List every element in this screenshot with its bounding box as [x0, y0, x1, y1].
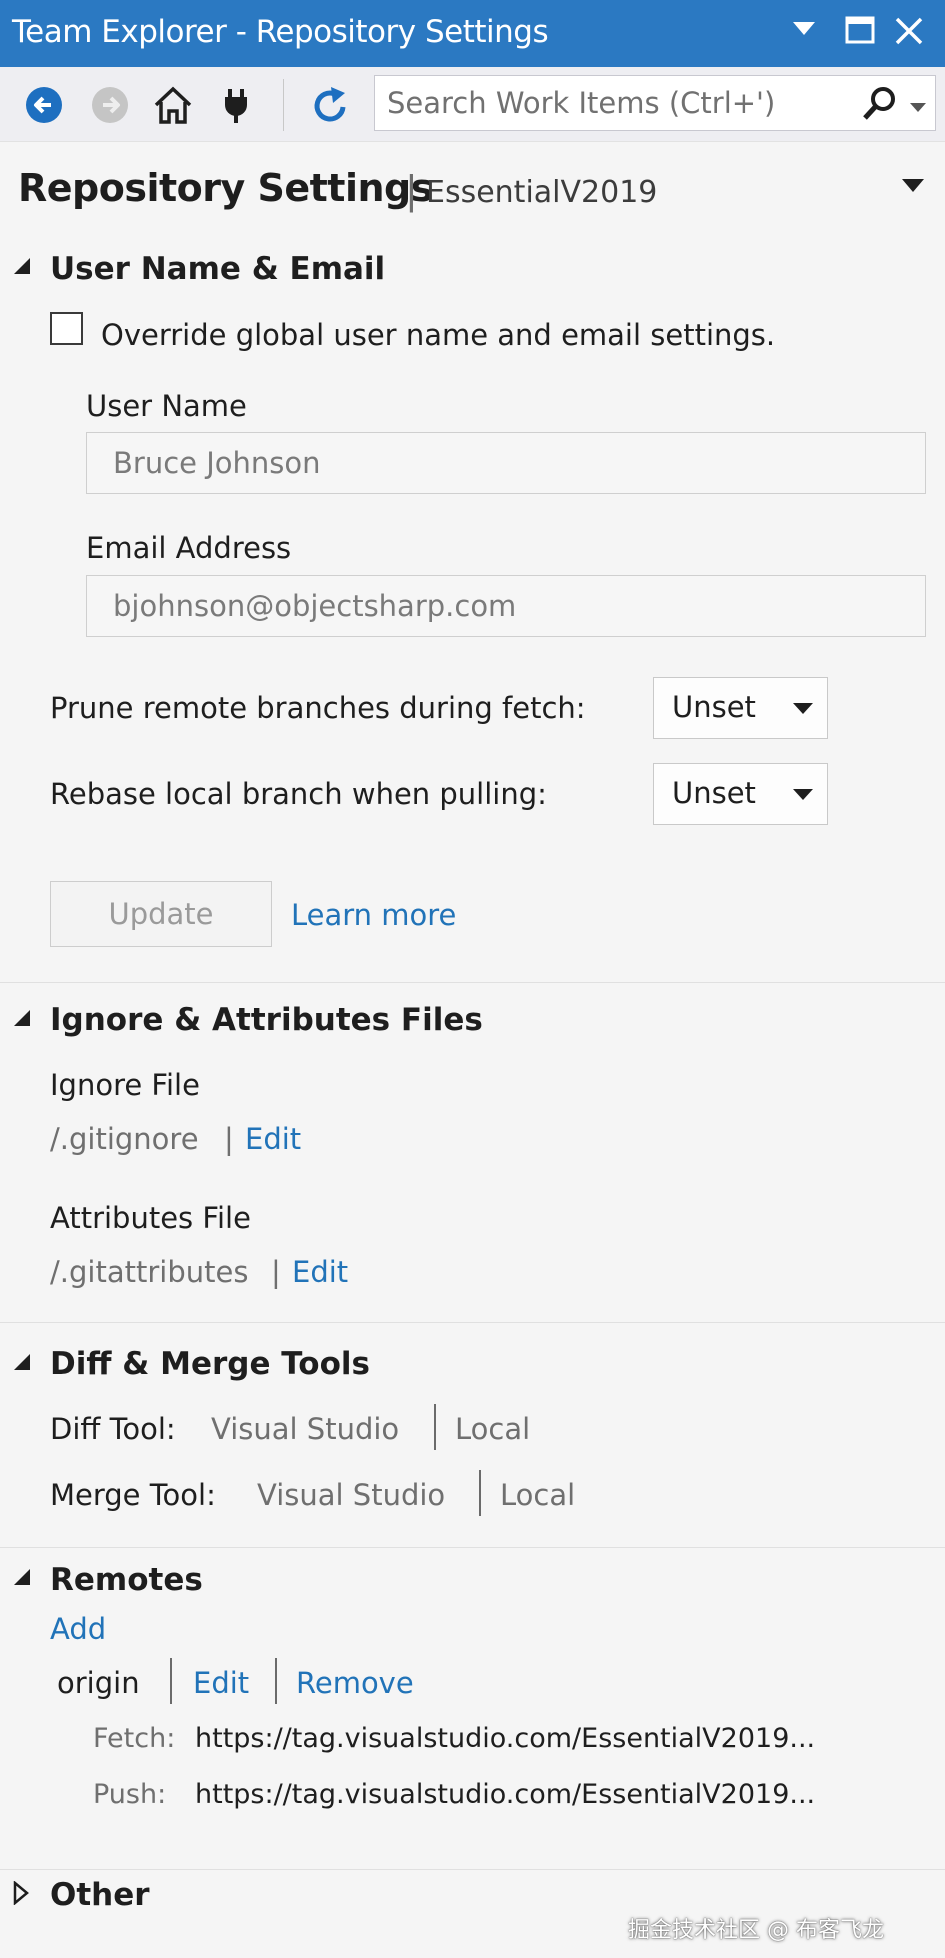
- diff-tool-value: Visual Studio: [211, 1412, 400, 1446]
- user-name-label: User Name: [86, 389, 247, 423]
- toolbar-separator: [283, 79, 284, 131]
- merge-tool-divider: [479, 1470, 481, 1516]
- diff-tool-divider: [434, 1404, 436, 1450]
- attributes-file-path: /.gitattributes: [50, 1255, 249, 1289]
- expanded-triangle-icon[interactable]: [12, 1008, 32, 1032]
- fetch-url: https://tag.visualstudio.com/EssentialV2…: [195, 1723, 816, 1754]
- remove-remote-link[interactable]: Remove: [296, 1666, 414, 1700]
- search-icon[interactable]: [861, 86, 899, 126]
- fetch-label: Fetch:: [93, 1723, 176, 1754]
- rebase-value: Unset: [672, 776, 756, 810]
- section-heading-remotes[interactable]: Remotes: [50, 1562, 203, 1598]
- user-name-input[interactable]: [113, 441, 893, 485]
- ignore-edit-link[interactable]: Edit: [245, 1122, 301, 1156]
- section-heading-tools[interactable]: Diff & Merge Tools: [50, 1346, 370, 1382]
- back-icon[interactable]: [24, 85, 64, 125]
- expanded-triangle-icon[interactable]: [12, 1567, 32, 1591]
- override-checkbox[interactable]: [50, 312, 83, 345]
- merge-tool-label: Merge Tool:: [50, 1478, 216, 1512]
- maximize-icon[interactable]: [845, 16, 875, 44]
- page-title: Repository Settings: [18, 166, 433, 210]
- ignore-file-path: /.gitignore: [50, 1122, 199, 1156]
- email-label: Email Address: [86, 531, 292, 565]
- close-icon[interactable]: [894, 16, 924, 46]
- rebase-label: Rebase local branch when pulling:: [50, 777, 547, 811]
- attributes-file-separator: |: [271, 1255, 281, 1289]
- remote-divider: [275, 1658, 277, 1704]
- search-box[interactable]: [374, 75, 936, 131]
- merge-tool-value: Visual Studio: [257, 1478, 446, 1512]
- ignore-file-label: Ignore File: [50, 1068, 200, 1102]
- attributes-file-label: Attributes File: [50, 1201, 251, 1235]
- push-label: Push:: [93, 1779, 167, 1810]
- section-heading-files[interactable]: Ignore & Attributes Files: [50, 1002, 483, 1038]
- prune-value: Unset: [672, 690, 756, 724]
- forward-icon[interactable]: [90, 85, 130, 125]
- refresh-icon[interactable]: [309, 85, 349, 125]
- merge-tool-scope: Local: [500, 1478, 576, 1512]
- search-input[interactable]: [387, 82, 817, 124]
- section-divider: [0, 1322, 945, 1323]
- override-label[interactable]: Override global user name and email sett…: [101, 318, 775, 352]
- diff-tool-scope: Local: [455, 1412, 531, 1446]
- remote-divider: [170, 1658, 172, 1704]
- expanded-triangle-icon[interactable]: [12, 1352, 32, 1376]
- section-divider: [0, 1869, 945, 1870]
- email-field[interactable]: [86, 575, 926, 637]
- email-input[interactable]: [113, 584, 893, 628]
- prune-label: Prune remote branches during fetch:: [50, 691, 586, 725]
- rebase-select[interactable]: Unset: [653, 763, 828, 825]
- title-dropdown-icon[interactable]: [902, 178, 924, 197]
- title-separator: |: [405, 168, 418, 212]
- repository-name: EssentialV2019: [426, 175, 658, 210]
- chevron-down-icon: [793, 786, 813, 805]
- edit-remote-link[interactable]: Edit: [193, 1666, 249, 1700]
- search-options-dropdown-icon[interactable]: [910, 98, 926, 117]
- ignore-file-separator: |: [224, 1122, 234, 1156]
- section-heading-user[interactable]: User Name & Email: [50, 251, 385, 287]
- window-title: Team Explorer - Repository Settings: [12, 14, 549, 50]
- chevron-down-icon: [793, 700, 813, 719]
- connect-icon[interactable]: [218, 85, 258, 125]
- expanded-triangle-icon[interactable]: [12, 256, 32, 280]
- title-bar: Team Explorer - Repository Settings: [0, 0, 945, 67]
- toolbar: [0, 67, 945, 142]
- attributes-edit-link[interactable]: Edit: [292, 1255, 348, 1289]
- home-icon[interactable]: [152, 85, 192, 125]
- section-heading-other[interactable]: Other: [50, 1877, 150, 1913]
- section-divider: [0, 1547, 945, 1548]
- prune-select[interactable]: Unset: [653, 677, 828, 739]
- learn-more-link[interactable]: Learn more: [291, 898, 456, 932]
- update-button[interactable]: Update: [50, 881, 272, 947]
- watermark: 掘金技术社区 @ 布客飞龙: [628, 1918, 884, 1943]
- user-name-field[interactable]: [86, 432, 926, 494]
- diff-tool-label: Diff Tool:: [50, 1412, 176, 1446]
- section-divider: [0, 982, 945, 983]
- collapsed-triangle-icon[interactable]: [12, 1880, 30, 1909]
- add-remote-link[interactable]: Add: [50, 1612, 106, 1646]
- update-button-label: Update: [108, 897, 214, 931]
- push-url: https://tag.visualstudio.com/EssentialV2…: [195, 1779, 816, 1810]
- window-menu-dropdown-icon[interactable]: [793, 22, 815, 36]
- remote-name: origin: [57, 1666, 140, 1700]
